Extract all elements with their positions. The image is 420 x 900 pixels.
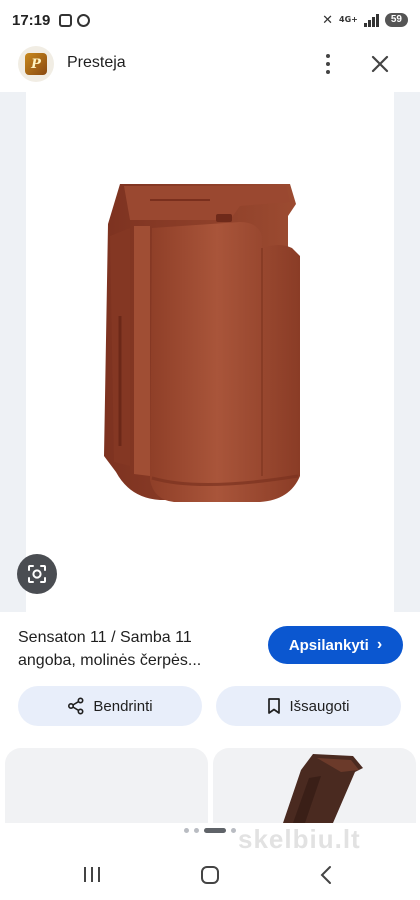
home-button[interactable] [201, 866, 219, 884]
logo-mark: P [25, 53, 47, 75]
status-notification-icons [59, 13, 91, 27]
watermark: skelbiu.lt [238, 824, 361, 854]
mute-icon: ✕ [322, 12, 334, 27]
app-header: P Presteja [0, 44, 420, 88]
product-title-line1: Sensaton 11 / Samba 11 [18, 629, 192, 646]
dot-icon [326, 70, 330, 74]
instagram-icon [59, 13, 73, 27]
site-name: Presteja [67, 54, 126, 71]
share-icon [68, 697, 84, 715]
visit-button[interactable]: Apsilankyti › [268, 626, 403, 664]
recents-bar [91, 867, 93, 882]
chrome-icon [77, 13, 91, 27]
lens-icon [28, 565, 46, 583]
dot-icon [326, 62, 330, 66]
roof-tile-image [104, 184, 300, 502]
related-result-card[interactable] [5, 748, 208, 823]
status-time: 17:19 [12, 11, 51, 29]
product-title-line2: angoba, molinės čerpės... [18, 652, 202, 669]
visit-button-label: Apsilankyti [288, 636, 369, 654]
recents-button[interactable] [84, 867, 100, 882]
related-roof-tile-image [283, 754, 363, 823]
recents-bar [84, 867, 86, 882]
visual-search-button[interactable] [17, 554, 57, 594]
image-preview[interactable] [0, 92, 420, 612]
back-icon [320, 866, 331, 884]
close-icon [371, 55, 389, 73]
dot-icon [326, 54, 330, 58]
save-button[interactable]: Išsaugoti [216, 686, 401, 726]
network-type: 4G+ [339, 15, 358, 24]
more-options-button[interactable] [312, 48, 344, 80]
related-result-card[interactable] [213, 748, 416, 823]
back-button[interactable] [318, 865, 334, 890]
status-bar: 17:19 ✕ 4G+ 59 [0, 0, 420, 40]
status-right: ✕ 4G+ 59 [322, 12, 408, 28]
battery-indicator: 59 [384, 13, 408, 27]
page-indicator [184, 828, 236, 833]
signal-icon [363, 13, 379, 27]
site-logo: P [18, 46, 54, 82]
system-navigation-bar [0, 852, 420, 900]
chevron-right-icon: › [376, 636, 383, 653]
previous-image-edge [0, 92, 26, 612]
close-button[interactable] [364, 48, 396, 80]
share-button[interactable]: Bendrinti [18, 686, 202, 726]
product-title[interactable]: Sensaton 11 / Samba 11 angoba, molinės č… [18, 626, 254, 672]
save-button-label: Išsaugoti [289, 697, 350, 715]
next-image-edge [394, 92, 420, 612]
bookmark-icon [268, 698, 281, 714]
share-button-label: Bendrinti [93, 697, 153, 715]
recents-bar [98, 867, 100, 882]
